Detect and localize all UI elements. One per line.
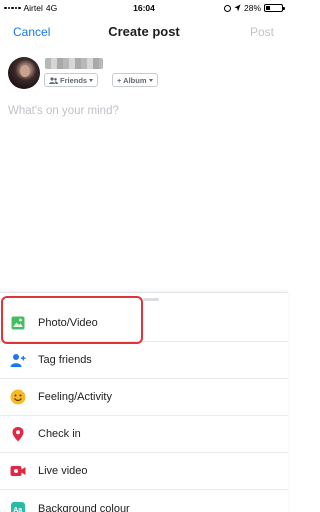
orientation-lock-icon: [223, 4, 231, 12]
tag-friends-icon: [10, 354, 26, 367]
photo-icon: [11, 316, 25, 330]
navigation-bar: Cancel Create post Post: [0, 18, 288, 46]
option-label: Background colour: [38, 502, 130, 512]
svg-text:Aa: Aa: [13, 507, 22, 512]
page-title: Create post: [108, 24, 180, 39]
option-check-in[interactable]: Check in: [0, 416, 288, 453]
sheet-drag-handle[interactable]: [143, 298, 159, 301]
location-services-icon: [234, 4, 241, 12]
post-button[interactable]: Post: [250, 25, 274, 39]
option-label: Photo/Video: [38, 317, 98, 329]
album-selector[interactable]: + Album: [112, 73, 158, 87]
battery-icon: [264, 4, 285, 12]
option-label: Tag friends: [38, 354, 92, 366]
post-options-sheet: Photo/Video Tag friends Feeling/Activity…: [0, 292, 288, 512]
chevron-down-icon: [148, 78, 153, 82]
composer-header: Friends + Album: [8, 57, 280, 97]
battery-percent: 28%: [243, 3, 261, 13]
feeling-icon: [10, 389, 26, 405]
option-photo-video[interactable]: Photo/Video: [0, 305, 288, 342]
chevron-down-icon: [89, 78, 94, 82]
audience-label: Friends: [60, 75, 88, 85]
option-live-video[interactable]: Live video: [0, 453, 288, 490]
background-colour-icon: Aa: [11, 501, 25, 512]
battery-level: [266, 6, 271, 10]
friends-icon: [49, 76, 58, 84]
audience-selector[interactable]: Friends: [44, 73, 99, 87]
status-right: 28%: [223, 3, 285, 13]
option-label: Live video: [38, 465, 88, 477]
live-video-icon: [10, 466, 26, 476]
option-label: Feeling/Activity: [38, 391, 112, 403]
avatar: [8, 57, 40, 89]
option-feeling-activity[interactable]: Feeling/Activity: [0, 379, 288, 416]
post-text-input[interactable]: What's on your mind?: [8, 105, 119, 117]
status-bar: Airtel 4G 16:04 28%: [0, 0, 288, 16]
album-label: + Album: [117, 75, 147, 85]
user-name-redacted: [45, 58, 103, 69]
option-background-colour[interactable]: Aa Background colour: [0, 490, 288, 512]
location-pin-icon: [12, 427, 24, 442]
option-tag-friends[interactable]: Tag friends: [0, 342, 288, 379]
option-label: Check in: [38, 428, 81, 440]
